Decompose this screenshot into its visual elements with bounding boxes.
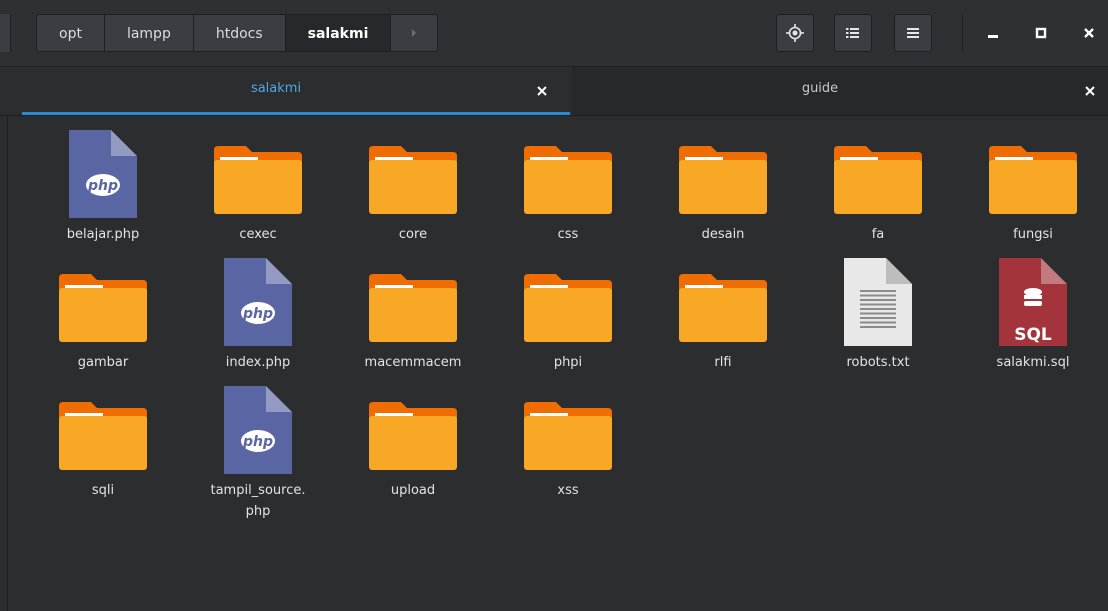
file-item[interactable]: upload (338, 386, 488, 510)
file-name-label: salakmi.sql (996, 355, 1070, 370)
close-window-button[interactable] (1070, 14, 1108, 52)
locate-button[interactable] (776, 14, 814, 52)
php-file-icon: php (214, 386, 302, 474)
file-item[interactable]: php tampil_source. php (183, 386, 333, 519)
tab-label: salakmi (250, 81, 302, 96)
file-item[interactable]: rlfi (648, 258, 798, 382)
file-item[interactable]: css (493, 130, 643, 254)
folder-icon (524, 130, 612, 218)
file-view[interactable]: php belajar.php cexec core css desain fa fungsi… (7, 116, 1108, 611)
file-name-label: fa (871, 227, 885, 242)
file-name-label: belajar.php (66, 227, 140, 242)
text-file-icon (834, 258, 922, 346)
file-item[interactable]: desain (648, 130, 798, 254)
list-view-icon (846, 28, 859, 38)
header-separator (962, 14, 963, 52)
file-name-label: phpi (553, 355, 583, 370)
folder-icon (59, 258, 147, 346)
tab-close-button[interactable] (532, 81, 552, 101)
file-name-label: fungsi (1013, 227, 1053, 242)
file-item[interactable]: xss (493, 386, 643, 510)
path-bar: opt lampp htdocs salakmi (36, 14, 439, 52)
folder-icon (369, 258, 457, 346)
path-crumb-lampp[interactable]: lampp (103, 14, 193, 52)
tab-guide[interactable]: guide (572, 67, 1108, 115)
close-icon (1084, 28, 1094, 38)
file-name-label: css (557, 227, 579, 242)
file-name-label: upload (390, 483, 436, 498)
folder-icon (214, 130, 302, 218)
folder-icon (834, 130, 922, 218)
tab-bar: salakmi guide (0, 67, 1108, 116)
file-item[interactable]: fungsi (958, 130, 1108, 254)
folder-icon (369, 130, 457, 218)
sql-file-icon: SQL (989, 258, 1077, 346)
path-crumb-htdocs[interactable]: htdocs (192, 14, 285, 52)
file-item[interactable]: php index.php (183, 258, 333, 382)
folder-icon (679, 258, 767, 346)
path-crumb-salakmi[interactable]: salakmi (284, 14, 391, 52)
crosshair-icon (786, 24, 804, 42)
php-file-icon: php (59, 130, 147, 218)
file-name-label: cexec (239, 227, 277, 242)
file-name-label: macemmacem (364, 355, 462, 370)
folder-icon (679, 130, 767, 218)
folder-icon (524, 386, 612, 474)
file-name-label: xss (557, 483, 579, 498)
svg-text:php: php (242, 434, 273, 450)
tab-label: guide (801, 81, 839, 96)
file-item[interactable]: phpi (493, 258, 643, 382)
file-item[interactable]: fa (803, 130, 953, 254)
tab-salakmi[interactable]: salakmi (22, 67, 570, 115)
file-name-label: core (398, 227, 428, 242)
folder-icon (369, 386, 457, 474)
minimize-button[interactable] (974, 14, 1012, 52)
file-name-label-line2: php (245, 504, 271, 519)
file-item[interactable]: SQL salakmi.sql (958, 258, 1108, 382)
close-icon (537, 86, 547, 96)
path-bar-overflow-left[interactable] (0, 14, 11, 52)
tab-close-button[interactable] (1080, 81, 1100, 101)
folder-icon (59, 386, 147, 474)
file-item[interactable]: robots.txt (803, 258, 953, 382)
maximize-icon (1035, 27, 1047, 39)
path-forward-button[interactable] (390, 14, 439, 52)
file-name-label: gambar (77, 355, 129, 370)
file-item[interactable]: sqli (28, 386, 178, 510)
path-crumb-opt[interactable]: opt (36, 14, 104, 52)
svg-text:SQL: SQL (1014, 325, 1052, 345)
file-name-label: rlfi (714, 355, 732, 370)
file-name-label: robots.txt (846, 355, 910, 370)
folder-icon (524, 258, 612, 346)
svg-text:php: php (87, 178, 118, 194)
close-icon (1085, 86, 1095, 96)
header-bar: opt lampp htdocs salakmi (0, 0, 1108, 67)
maximize-button[interactable] (1022, 14, 1060, 52)
svg-text:php: php (242, 306, 273, 322)
minimize-icon (988, 35, 998, 38)
file-item[interactable]: cexec (183, 130, 333, 254)
file-item[interactable]: macemmacem (338, 258, 488, 382)
file-name-label: desain (701, 227, 745, 242)
file-item[interactable]: php belajar.php (28, 130, 178, 254)
menu-button[interactable] (894, 14, 932, 52)
file-item[interactable]: gambar (28, 258, 178, 382)
file-name-label: index.php (225, 355, 291, 370)
hamburger-menu-icon (907, 28, 919, 38)
list-view-button[interactable] (834, 14, 872, 52)
chevron-right-icon (412, 29, 417, 37)
php-file-icon: php (214, 258, 302, 346)
file-item[interactable]: core (338, 130, 488, 254)
file-name-label: sqli (91, 483, 115, 498)
folder-icon (989, 130, 1077, 218)
file-name-label: tampil_source. php (183, 480, 333, 522)
